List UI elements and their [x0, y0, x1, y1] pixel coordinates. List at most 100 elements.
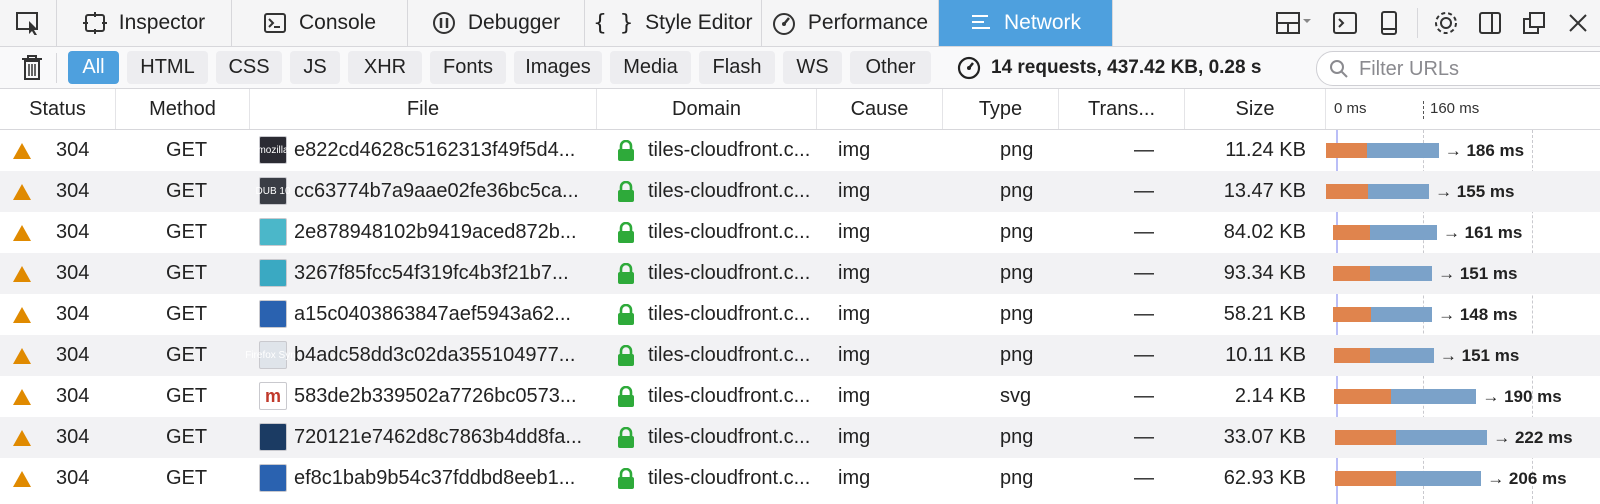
tab-style-editor[interactable]: { } Style Editor — [585, 0, 762, 46]
column-header-size[interactable]: Size — [1185, 89, 1326, 129]
request-file: a15c0403863847aef5943a62... — [294, 303, 571, 325]
request-domain: tiles-cloudfront.c... — [648, 426, 811, 448]
lock-icon — [617, 171, 635, 212]
column-header-waterfall[interactable]: 0 ms 160 ms — [1326, 89, 1600, 129]
waterfall-wait-segment — [1335, 471, 1397, 486]
waterfall-receive-segment — [1396, 471, 1482, 486]
filter-images-button[interactable]: Images — [514, 51, 602, 84]
image-thumbnail: DUB 10 — [256, 177, 291, 205]
filter-css-button[interactable]: CSS — [216, 51, 282, 84]
warning-icon — [12, 417, 32, 458]
request-row[interactable]: 304 GET 2e878948102b9419aced872b... tiles-c… — [0, 212, 1600, 253]
column-header-method[interactable]: Method — [116, 89, 250, 129]
status-code: 304 — [56, 139, 90, 161]
request-type: png — [1000, 426, 1034, 448]
waterfall-receive-segment — [1369, 348, 1434, 363]
dock-side-button[interactable] — [1468, 0, 1512, 46]
waterfall-bar[interactable] — [1326, 184, 1430, 199]
warning-icon — [12, 171, 32, 212]
request-domain: tiles-cloudfront.c... — [648, 303, 811, 325]
request-method: GET — [166, 303, 208, 325]
filter-all-button[interactable]: All — [68, 51, 119, 84]
filter-flash-button[interactable]: Flash — [699, 51, 775, 84]
filter-fonts-button[interactable]: Fonts — [430, 51, 506, 84]
request-row[interactable]: 304 GET a15c0403863847aef5943a62... tiles-c… — [0, 294, 1600, 335]
clear-button[interactable] — [20, 53, 44, 86]
request-row[interactable]: 304 GET mozilla e822cd4628c5162313f49f5d4..… — [0, 130, 1600, 171]
request-type: png — [1000, 303, 1034, 325]
column-header-transferred[interactable]: Trans... — [1059, 89, 1185, 129]
request-size: 10.11 KB — [1225, 344, 1306, 366]
split-console-button[interactable] — [1323, 0, 1367, 46]
layout-dropdown-button[interactable] — [1267, 0, 1323, 46]
waterfall-total-time: → 206 ms — [1487, 468, 1567, 488]
gear-icon — [1435, 12, 1457, 34]
settings-button[interactable] — [1424, 0, 1468, 46]
request-row[interactable]: 304 GET 3267f85fcc54f319fc4b3f21b7... tiles… — [0, 253, 1600, 294]
filter-ws-button[interactable]: WS — [783, 51, 842, 84]
filter-urls-input[interactable] — [1357, 55, 1600, 83]
waterfall-bar[interactable] — [1335, 471, 1482, 486]
request-method: GET — [166, 262, 208, 284]
close-toolbox-button[interactable] — [1556, 0, 1600, 46]
column-header-type[interactable]: Type — [943, 89, 1059, 129]
request-row[interactable]: 304 GET DUB 10 cc63774b7a9aae02fe36bc5ca...… — [0, 171, 1600, 212]
filter-html-button[interactable]: HTML — [127, 51, 208, 84]
waterfall-bar[interactable] — [1333, 225, 1437, 240]
layout-icon — [1276, 12, 1311, 34]
tab-console[interactable]: Console — [232, 0, 408, 46]
warning-icon — [12, 212, 32, 253]
waterfall-bar[interactable] — [1333, 266, 1433, 281]
request-type: png — [1000, 180, 1034, 202]
waterfall-bar[interactable] — [1333, 307, 1433, 322]
tab-label: Debugger — [467, 11, 561, 34]
request-row[interactable]: 304 GET Firefox Sync b4adc58dd3c02da3551049… — [0, 335, 1600, 376]
waterfall-wait-segment — [1326, 143, 1368, 158]
separate-window-button[interactable] — [1512, 0, 1556, 46]
request-cause: img — [838, 467, 871, 489]
waterfall-bar[interactable] — [1335, 430, 1488, 445]
request-row[interactable]: 304 GET 720121e7462d8c7863b4dd8fa... tiles-… — [0, 417, 1600, 458]
element-picker-button[interactable] — [0, 0, 57, 46]
request-file: 583de2b339502a7726bc0573... — [294, 385, 577, 407]
request-method: GET — [166, 467, 208, 489]
waterfall-bar[interactable] — [1326, 143, 1439, 158]
waterfall-bar[interactable] — [1334, 348, 1434, 363]
request-file: cc63774b7a9aae02fe36bc5ca... — [294, 180, 579, 202]
request-file: ef8c1bab9b54c37fddbd8eeb1... — [294, 467, 576, 489]
image-thumbnail: mozilla — [257, 136, 289, 164]
lock-icon — [617, 376, 635, 417]
tab-inspector[interactable]: Inspector — [57, 0, 232, 46]
column-header-status[interactable]: Status — [0, 89, 116, 129]
request-cause: img — [838, 262, 871, 284]
tab-performance[interactable]: Performance — [762, 0, 939, 46]
column-header-file[interactable]: File — [250, 89, 597, 129]
request-row[interactable]: 304 GET ef8c1bab9b54c37fddbd8eeb1... tiles-… — [0, 458, 1600, 499]
request-domain: tiles-cloudfront.c... — [648, 139, 811, 161]
request-row[interactable]: 304 GET m 583de2b339502a7726bc0573... tiles-… — [0, 376, 1600, 417]
request-type: png — [1000, 467, 1034, 489]
request-list: 304 GET mozilla e822cd4628c5162313f49f5d4..… — [0, 130, 1600, 504]
lock-icon — [617, 212, 635, 253]
request-size: 58.21 KB — [1223, 303, 1306, 325]
filter-js-button[interactable]: JS — [290, 51, 340, 84]
responsive-design-button[interactable] — [1367, 0, 1411, 46]
request-cause: img — [838, 180, 871, 202]
column-header-domain[interactable]: Domain — [597, 89, 817, 129]
filter-xhr-button[interactable]: XHR — [348, 51, 422, 84]
waterfall-wait-segment — [1334, 348, 1370, 363]
filter-other-button[interactable]: Other — [850, 51, 931, 84]
tab-label: Network — [1003, 11, 1082, 34]
waterfall-receive-segment — [1395, 430, 1488, 445]
tab-network[interactable]: Network — [939, 0, 1113, 46]
column-header-cause[interactable]: Cause — [817, 89, 943, 129]
filter-media-button[interactable]: Media — [610, 51, 691, 84]
status-code: 304 — [56, 262, 90, 284]
waterfall-total-time: → 148 ms — [1438, 304, 1518, 324]
split-console-icon — [1333, 12, 1357, 34]
waterfall-bar[interactable] — [1334, 389, 1477, 404]
request-cause: img — [838, 344, 871, 366]
request-cause: img — [838, 426, 871, 448]
request-method: GET — [166, 221, 208, 243]
tab-debugger[interactable]: Debugger — [408, 0, 585, 46]
